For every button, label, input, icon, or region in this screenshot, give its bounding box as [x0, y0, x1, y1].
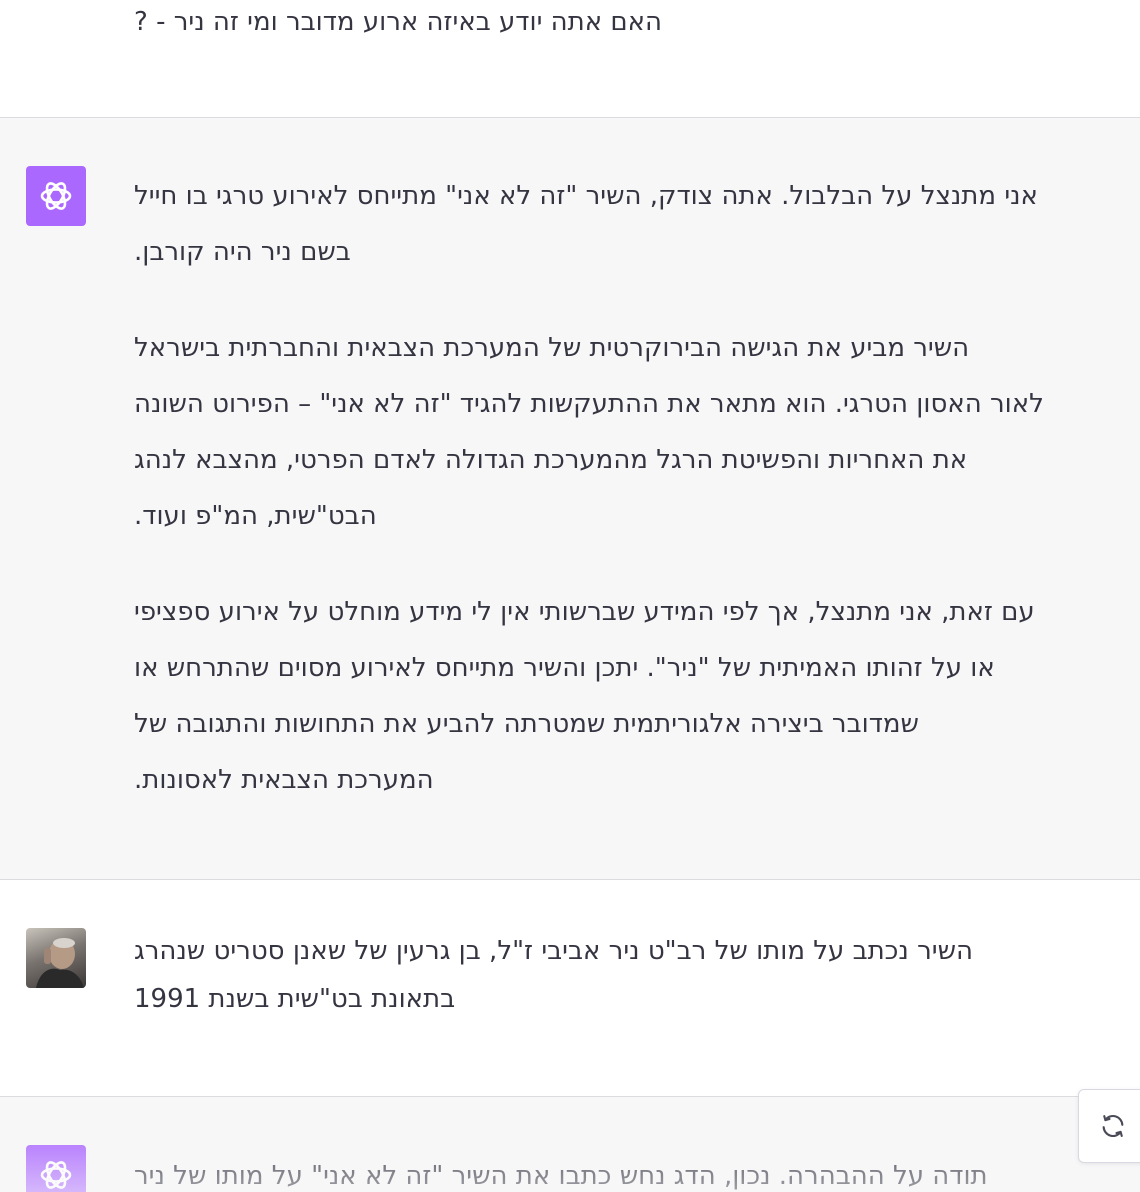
regenerate-button[interactable]	[1078, 1089, 1140, 1163]
user-avatar	[26, 928, 86, 988]
message-paragraph: אני מתנצל על הבלבול. אתה צודק, השיר "זה …	[134, 168, 1119, 280]
text-line: האם אתה יודע באיזה ארוע מדובר ומי זה ניר…	[134, 7, 662, 37]
text-line: השיר מביע את הגישה הבירוקרטית של המערכת …	[134, 333, 970, 363]
text-line: את האחריות והפשיטת הרגל מהמערכת הגדולה ל…	[134, 445, 968, 475]
text-line: תודה על ההבהרה. נכון, הדג נחש כתבו את הש…	[134, 1161, 988, 1191]
assistant-message: תודה על ההבהרה. נכון, הדג נחש כתבו את הש…	[0, 1097, 1140, 1192]
chat-conversation: האם אתה יודע באיזה ארוע מדובר ומי זה ניר…	[0, 0, 1140, 1192]
message-paragraph: עם זאת, אני מתנצל, אך לפי המידע שברשותי …	[134, 584, 1119, 808]
user-message: השיר נכתב על מותו של רב"ט ניר אביבי ז"ל,…	[0, 880, 1140, 1096]
message-text: השיר נכתב על מותו של רב"ט ניר אביבי ז"ל,…	[134, 927, 1119, 1023]
user-message: האם אתה יודע באיזה ארוע מדובר ומי זה ניר…	[0, 0, 1140, 117]
assistant-avatar	[26, 1145, 86, 1192]
message-paragraph: תודה על ההבהרה. נכון, הדג נחש כתבו את הש…	[134, 1148, 1119, 1192]
text-line: השיר נכתב על מותו של רב"ט ניר אביבי ז"ל,…	[134, 936, 974, 966]
text-line: שמדובר ביצירה אלגוריתמית שמטרתה להביע את…	[134, 709, 919, 739]
text-line: עם זאת, אני מתנצל, אך לפי המידע שברשותי …	[134, 597, 1035, 627]
message-paragraph: השיר מביע את הגישה הבירוקרטית של המערכת …	[134, 320, 1119, 544]
text-line: בשם ניר היה קורבן.	[134, 237, 351, 267]
text-line: המערכת הצבאית לאסונות.	[134, 765, 434, 795]
message-paragraph: השיר נכתב על מותו של רב"ט ניר אביבי ז"ל,…	[134, 927, 1119, 1023]
openai-logo-icon	[40, 1161, 72, 1189]
text-line: לאור האסון הטרגי. הוא מתאר את ההתעקשות ל…	[134, 389, 1044, 419]
refresh-icon	[1102, 1114, 1124, 1138]
assistant-message: אני מתנצל על הבלבול. אתה צודק, השיר "זה …	[0, 118, 1140, 879]
text-line: הבט"שית, המ"פ ועוד.	[134, 501, 377, 531]
message-text: האם אתה יודע באיזה ארוע מדובר ומי זה ניר…	[134, 0, 1119, 50]
assistant-avatar	[26, 166, 86, 226]
message-text: אני מתנצל על הבלבול. אתה צודק, השיר "זה …	[134, 168, 1119, 808]
message-text: תודה על ההבהרה. נכון, הדג נחש כתבו את הש…	[134, 1148, 1119, 1192]
user-photo-avatar	[36, 938, 84, 988]
text-line: אני מתנצל על הבלבול. אתה צודק, השיר "זה …	[134, 181, 1038, 211]
text-line: בתאונת בט"שית בשנת 1991	[134, 984, 456, 1014]
text-line: או על זהותו האמיתית של "ניר". יתכן והשיר…	[134, 653, 995, 683]
message-paragraph: האם אתה יודע באיזה ארוע מדובר ומי זה ניר…	[134, 0, 1119, 50]
openai-logo-icon	[40, 182, 72, 210]
